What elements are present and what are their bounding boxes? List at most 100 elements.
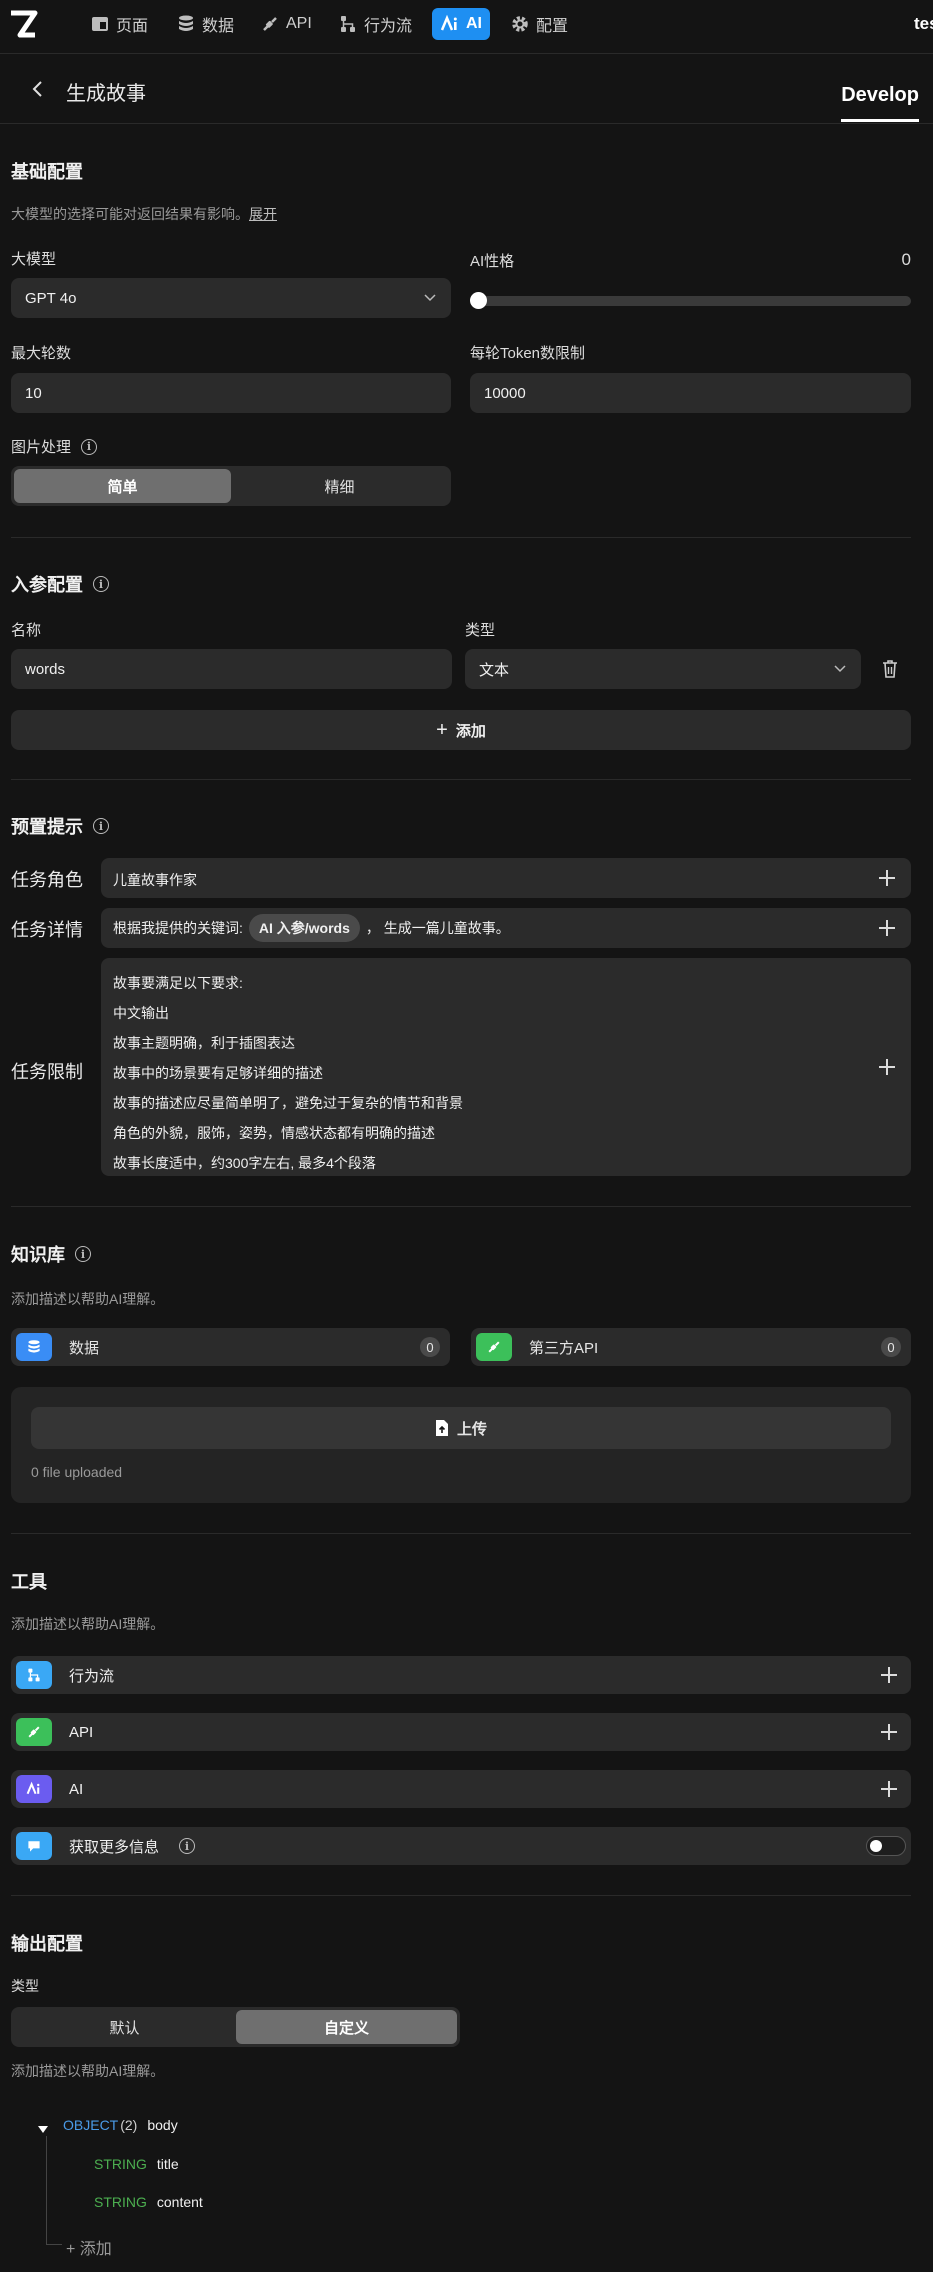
image-processing-label: 图片处理 i <box>11 436 98 457</box>
task-detail-field[interactable]: 根据我提供的关键词: AI 入参/words ， 生成一篇儿童故事。 <box>101 908 911 948</box>
output-option-default[interactable]: 默认 <box>14 2010 235 2044</box>
param-type-select[interactable]: 文本 <box>465 649 861 689</box>
add-param-button[interactable]: + 添加 <box>11 710 911 750</box>
plus-icon[interactable] <box>879 1665 899 1685</box>
upload-label: 上传 <box>456 1420 487 1438</box>
api-plug-icon <box>16 1718 52 1746</box>
personality-value: 0 <box>901 250 911 269</box>
section-title-knowledge: 知识库 i <box>11 1241 91 1267</box>
nav-item-config[interactable]: 配置 <box>502 8 576 40</box>
plus-icon[interactable] <box>877 918 897 938</box>
chevron-down-icon <box>424 294 436 302</box>
task-role-field[interactable]: 儿童故事作家 <box>101 858 911 898</box>
divider <box>11 779 911 780</box>
page-header: 生成故事 Develop <box>0 54 933 124</box>
tab-develop[interactable]: Develop <box>841 84 919 122</box>
tree-field-row[interactable]: STRING title <box>94 2156 179 2172</box>
tool-row-ai[interactable]: AI <box>11 1770 911 1808</box>
output-option-custom[interactable]: 自定义 <box>236 2010 457 2044</box>
logo-icon[interactable] <box>8 9 38 39</box>
info-icon[interactable]: i <box>93 818 109 834</box>
upload-panel: 上传 0 file uploaded <box>11 1387 911 1503</box>
api-plug-icon <box>263 17 277 31</box>
divider <box>11 1206 911 1207</box>
nav-item-api[interactable]: API <box>252 8 320 40</box>
section-title-text: 入参配置 <box>11 575 83 595</box>
plus-icon[interactable] <box>879 1722 899 1742</box>
knowledge-data-label: 数据 <box>69 1339 100 1357</box>
count-badge: 0 <box>881 1337 901 1357</box>
count-badge: 0 <box>420 1337 440 1357</box>
param-chip[interactable]: AI 入参/words <box>248 914 360 942</box>
param-type-value: 文本 <box>479 661 510 679</box>
upload-button[interactable]: 上传 <box>31 1407 891 1449</box>
max-rounds-label: 最大轮数 <box>11 345 72 362</box>
section-title-text: 输出配置 <box>11 1934 83 1954</box>
back-arrow-icon[interactable] <box>28 79 48 99</box>
image-option-fine[interactable]: 精细 <box>231 469 448 503</box>
database-icon <box>179 15 193 31</box>
workflow-icon <box>341 16 355 32</box>
task-limit-label: 任务限制 <box>11 1062 83 1082</box>
ai-icon <box>16 1775 52 1803</box>
knowledge-data-card[interactable]: 数据 0 <box>11 1328 450 1366</box>
workflow-icon <box>16 1661 52 1689</box>
basic-hint-text: 大模型的选择可能对返回结果有影响。 <box>11 206 249 222</box>
info-icon[interactable]: i <box>75 1246 91 1262</box>
section-title-text: 工具 <box>11 1572 47 1592</box>
knowledge-api-card[interactable]: 第三方API 0 <box>471 1328 911 1366</box>
object-name: body <box>147 2117 178 2133</box>
task-limit-line: 故事中的场景要有足够详细的描述 <box>113 1065 323 1081</box>
add-field-button[interactable]: + 添加 <box>66 2235 112 2259</box>
tree-line <box>46 2244 62 2245</box>
nav-item-page[interactable]: 页面 <box>82 8 156 40</box>
tool-label: AI <box>69 1780 84 1798</box>
tool-label: 行为流 <box>69 1667 115 1685</box>
nav-item-workflow[interactable]: 行为流 <box>330 8 420 40</box>
info-icon[interactable]: i <box>93 576 109 592</box>
task-role-value: 儿童故事作家 <box>113 872 197 888</box>
api-plug-icon <box>476 1333 512 1361</box>
tree-root[interactable]: OBJECT (2) body <box>63 2117 178 2133</box>
divider <box>11 1895 911 1896</box>
tool-row-api[interactable]: API <box>11 1713 911 1751</box>
plus-icon[interactable] <box>879 1779 899 1799</box>
image-option-simple[interactable]: 简单 <box>14 469 231 503</box>
param-name-input[interactable]: words <box>11 649 452 689</box>
field-type: STRING <box>94 2156 147 2172</box>
tool-row-more-info: 获取更多信息 i <box>11 1827 911 1865</box>
more-info-toggle[interactable] <box>866 1836 906 1856</box>
info-icon[interactable]: i <box>81 438 98 455</box>
plus-icon[interactable] <box>877 868 897 888</box>
section-title-basic: 基础配置 <box>11 158 83 184</box>
personality-slider[interactable] <box>470 292 911 309</box>
expand-link[interactable]: 展开 <box>249 206 277 222</box>
info-icon[interactable]: i <box>179 1838 196 1854</box>
object-count: (2) <box>120 2117 138 2133</box>
trash-icon[interactable] <box>880 658 900 680</box>
task-limit-field[interactable]: 故事要满足以下要求: 中文输出 故事主题明确，利于插图表达 故事中的场景要有足够… <box>101 958 911 1176</box>
nav-item-label: API <box>286 15 312 32</box>
upload-status: 0 file uploaded <box>31 1464 123 1480</box>
ai-icon <box>440 14 457 31</box>
task-detail-text: ， 生成一篇儿童故事。 <box>365 920 510 936</box>
output-hint: 添加描述以帮助AI理解。 <box>11 2063 165 2079</box>
nav-item-ai[interactable]: AI <box>432 8 490 40</box>
nav-item-label: 行为流 <box>364 18 413 35</box>
model-select[interactable]: GPT 4o <box>11 278 451 318</box>
upload-file-icon <box>435 1420 448 1436</box>
slider-handle[interactable] <box>470 292 487 309</box>
collapse-caret-icon[interactable] <box>38 2120 48 2133</box>
tool-row-workflow[interactable]: 行为流 <box>11 1656 911 1694</box>
knowledge-api-label: 第三方API <box>529 1339 599 1357</box>
tool-label: API <box>69 1723 94 1741</box>
plus-icon[interactable] <box>877 1057 897 1077</box>
task-limit-line: 角色的外貌，服饰，姿势，情感状态都有明确的描述 <box>113 1125 435 1141</box>
tool-label: 获取更多信息 <box>69 1838 160 1856</box>
token-limit-input[interactable]: 10000 <box>470 373 911 413</box>
max-rounds-input[interactable]: 10 <box>11 373 451 413</box>
image-processing-label-text: 图片处理 <box>11 439 72 456</box>
tree-field-row[interactable]: STRING content <box>94 2194 203 2210</box>
nav-item-data[interactable]: 数据 <box>168 8 242 40</box>
user-name[interactable]: tes <box>914 14 933 34</box>
